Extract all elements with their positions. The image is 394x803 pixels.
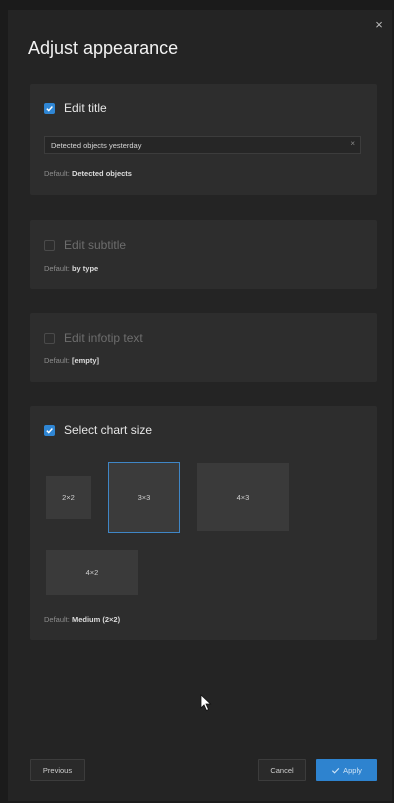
cancel-button[interactable]: Cancel xyxy=(258,759,306,781)
infotip-default-text: Default: [empty] xyxy=(44,356,99,365)
default-prefix: Default: xyxy=(44,615,70,624)
edit-title-checkbox[interactable] xyxy=(44,102,55,114)
default-value: Medium (2×2) xyxy=(71,615,121,624)
default-prefix: Default: xyxy=(44,169,70,178)
edit-title-section: Edit title × Default: Detected objects xyxy=(30,84,377,195)
chart-size-section: Select chart size 2×2 3×3 4×3 4×2 Defaul… xyxy=(30,406,377,640)
title-input-field: × xyxy=(44,136,361,154)
close-icon[interactable]: × xyxy=(372,18,386,32)
edit-title-label: Edit title xyxy=(64,101,107,115)
edit-infotip-section: Edit infotip text Default: [empty] xyxy=(30,313,377,382)
size-option-4x3[interactable]: 4×3 xyxy=(197,463,289,531)
checkmark-icon xyxy=(46,105,53,112)
apply-button[interactable]: Apply xyxy=(316,759,377,781)
mouse-pointer-icon xyxy=(200,694,212,712)
checkmark-icon xyxy=(46,427,53,434)
edit-subtitle-label: Edit subtitle xyxy=(64,238,127,252)
subtitle-default-text: Default: by type xyxy=(44,264,98,273)
default-value: by type xyxy=(71,264,99,273)
adjust-appearance-dialog: × Adjust appearance Edit title × Default… xyxy=(8,10,392,801)
default-value: Detected objects xyxy=(71,169,132,178)
title-input[interactable] xyxy=(45,137,341,153)
default-value: [empty] xyxy=(71,356,100,365)
previous-button[interactable]: Previous xyxy=(30,759,85,781)
size-option-3x3[interactable]: 3×3 xyxy=(108,462,180,533)
edit-subtitle-section: Edit subtitle Default: by type xyxy=(30,220,377,289)
chart-size-default-text: Default: Medium (2×2) xyxy=(44,615,120,624)
dialog-title: Adjust appearance xyxy=(28,38,179,58)
edit-title-checkbox-row[interactable]: Edit title xyxy=(44,101,107,115)
edit-subtitle-checkbox-row[interactable]: Edit subtitle xyxy=(44,238,126,252)
default-prefix: Default: xyxy=(44,356,70,365)
chart-size-checkbox-row[interactable]: Select chart size xyxy=(44,423,152,437)
size-option-2x2[interactable]: 2×2 xyxy=(46,476,91,519)
edit-infotip-checkbox-row[interactable]: Edit infotip text xyxy=(44,331,143,345)
default-prefix: Default: xyxy=(44,264,70,273)
edit-infotip-checkbox[interactable] xyxy=(44,332,55,344)
title-default-text: Default: Detected objects xyxy=(44,169,132,178)
size-option-4x2[interactable]: 4×2 xyxy=(46,550,138,595)
apply-label: Apply xyxy=(343,765,362,775)
check-icon xyxy=(332,767,340,774)
edit-infotip-label: Edit infotip text xyxy=(64,331,143,345)
chart-size-checkbox[interactable] xyxy=(44,424,55,436)
edit-subtitle-checkbox[interactable] xyxy=(44,239,55,251)
clear-input-icon[interactable]: × xyxy=(350,139,355,148)
chart-size-label: Select chart size xyxy=(64,423,153,437)
